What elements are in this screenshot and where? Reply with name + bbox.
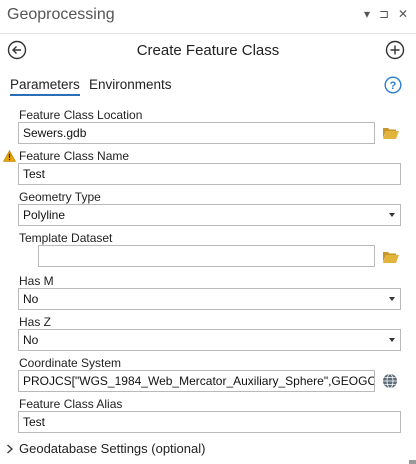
has-z-value: No xyxy=(23,333,39,347)
alias-input[interactable]: Test xyxy=(18,411,401,433)
folder-browse-icon[interactable] xyxy=(382,250,400,264)
pane-titlebar: Geoprocessing ▾ ⊐ ✕ xyxy=(0,0,416,34)
warning-icon xyxy=(3,150,16,162)
help-question-icon[interactable]: ? xyxy=(384,76,402,94)
svg-text:?: ? xyxy=(390,80,397,92)
has-m-label: Has M xyxy=(19,274,54,288)
chevron-down-icon xyxy=(389,338,395,342)
name-input[interactable]: Test xyxy=(18,163,401,185)
add-circle-icon[interactable] xyxy=(385,40,405,60)
location-label: Feature Class Location xyxy=(19,108,143,122)
tool-title: Create Feature Class xyxy=(136,42,280,59)
tab-environments[interactable]: Environments xyxy=(89,77,172,92)
geometry-label: Geometry Type xyxy=(19,190,101,204)
template-input[interactable] xyxy=(38,245,375,267)
has-m-value: No xyxy=(23,292,39,306)
pane-menu-button[interactable]: ▾ xyxy=(360,8,374,20)
coord-label: Coordinate System xyxy=(19,356,122,370)
geometry-select[interactable]: Polyline xyxy=(18,204,401,226)
has-z-label: Has Z xyxy=(19,315,52,329)
coord-input[interactable]: PROJCS["WGS_1984_Web_Mercator_Auxiliary_… xyxy=(18,370,375,392)
pane-title: Geoprocessing xyxy=(7,6,115,23)
scrollbar[interactable] xyxy=(409,460,416,464)
alias-label: Feature Class Alias xyxy=(19,397,123,411)
has-z-select[interactable]: No xyxy=(18,329,401,351)
gdb-settings-label: Geodatabase Settings (optional) xyxy=(19,441,206,456)
name-label: Feature Class Name xyxy=(19,149,130,163)
geometry-value: Polyline xyxy=(23,208,66,222)
pin-icon[interactable]: ⊐ xyxy=(377,8,391,20)
tab-parameters[interactable]: Parameters xyxy=(10,77,80,96)
has-m-select[interactable]: No xyxy=(18,288,401,310)
template-label: Template Dataset xyxy=(19,231,113,245)
chevron-right-icon xyxy=(7,444,13,454)
chevron-down-icon xyxy=(389,297,395,301)
location-input[interactable]: Sewers.gdb xyxy=(18,122,375,144)
close-button[interactable]: ✕ xyxy=(396,8,410,20)
folder-browse-icon[interactable] xyxy=(382,126,400,140)
globe-icon[interactable] xyxy=(382,373,398,389)
chevron-down-icon xyxy=(389,213,395,217)
